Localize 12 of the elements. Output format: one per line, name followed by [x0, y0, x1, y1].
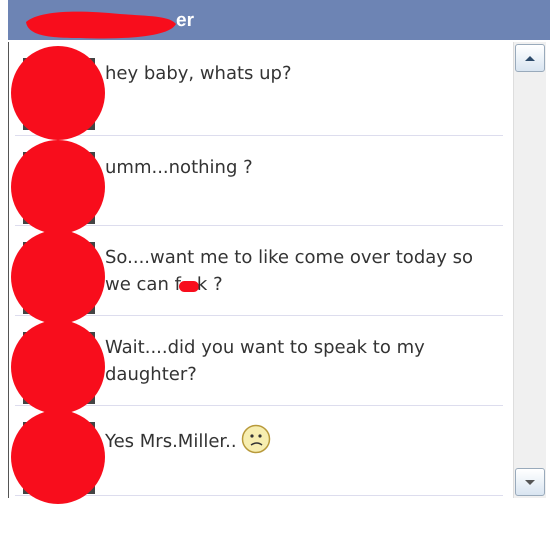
message-text: Yes Mrs.Miller..: [105, 424, 500, 495]
message-text: umm...nothing ?: [105, 156, 254, 180]
scroll-up-button[interactable]: [515, 44, 545, 72]
window-title: er: [176, 10, 194, 32]
down-arrow-icon: [524, 478, 536, 486]
sad-face-icon: [240, 424, 271, 454]
message-text: So....want me to like come over today so we can f k ?: [105, 246, 474, 297]
message-text: Wait....did you want to speak to my daughter?: [105, 336, 426, 387]
up-arrow-icon: [524, 54, 536, 62]
scroll-down-button[interactable]: [515, 468, 545, 496]
message-text: hey baby, whats up?: [105, 62, 293, 86]
scrollbar[interactable]: [513, 42, 546, 498]
